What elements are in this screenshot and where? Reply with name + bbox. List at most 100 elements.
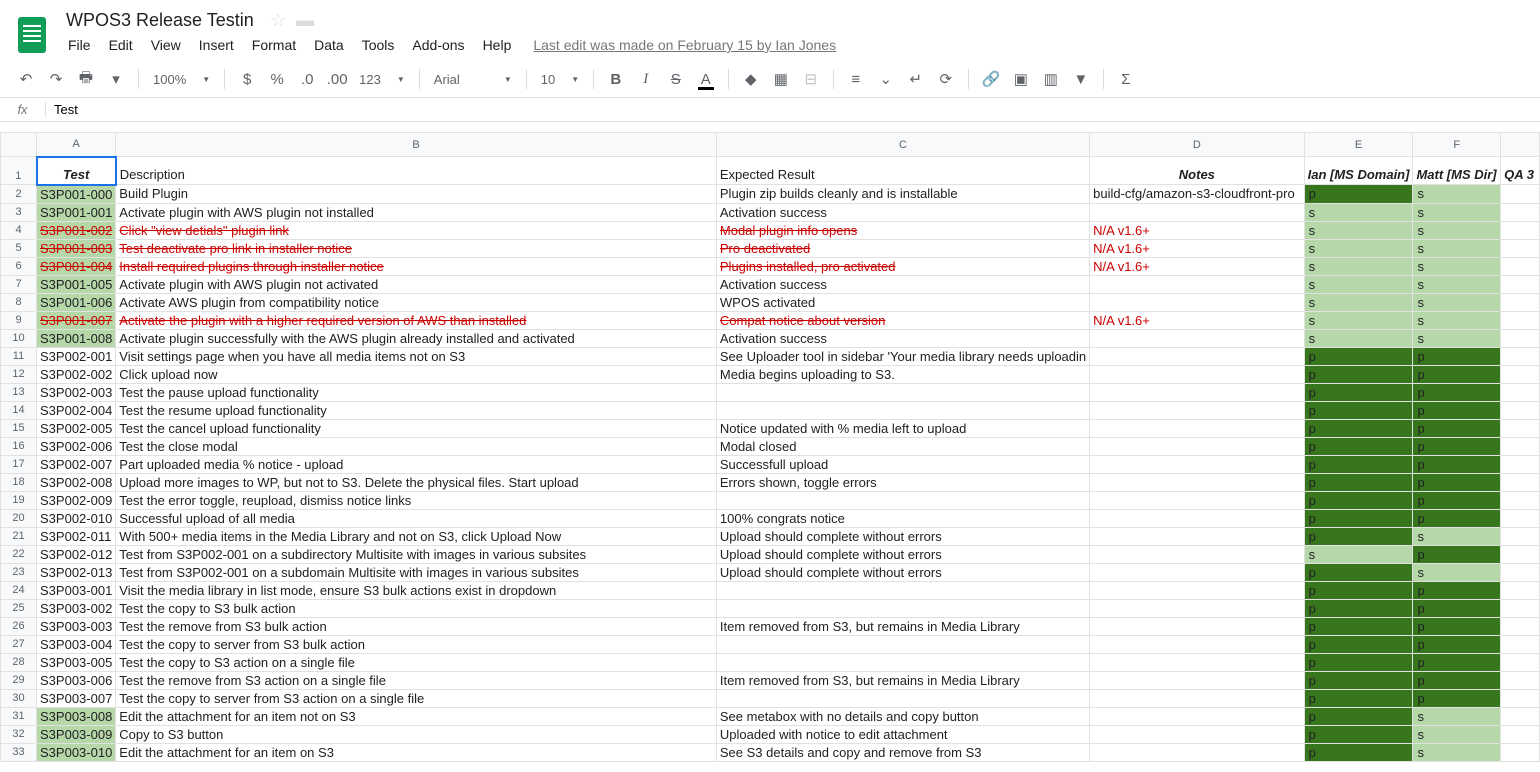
cell-expected[interactable]: Activation success [716,275,1089,293]
cell-status-g[interactable] [1501,329,1540,347]
cell-status-f[interactable]: s [1413,293,1501,311]
menu-view[interactable]: View [143,33,189,57]
cell-status-e[interactable]: s [1304,311,1413,329]
cell-notes[interactable] [1090,581,1304,599]
filter-button[interactable]: ▼ [1067,65,1095,93]
row-header[interactable]: 22 [1,545,37,563]
menu-file[interactable]: File [60,33,99,57]
header-description[interactable]: Description [116,157,717,185]
borders-button[interactable]: ▦ [767,65,795,93]
v-align-button[interactable]: ⌄ [872,65,900,93]
strikethrough-button[interactable]: S [662,65,690,93]
cell-notes[interactable] [1090,563,1304,581]
row-header[interactable]: 5 [1,239,37,257]
cell-status-g[interactable] [1501,365,1540,383]
cell-status-g[interactable] [1501,203,1540,221]
col-header-a[interactable]: A [37,133,116,157]
cell-notes[interactable] [1090,617,1304,635]
cell-notes[interactable]: N/A v1.6+ [1090,221,1304,239]
header-col-e[interactable]: Ian [MS Domain] [1304,157,1413,185]
cell-expected[interactable]: Modal closed [716,437,1089,455]
cell-status-e[interactable]: s [1304,203,1413,221]
cell-status-g[interactable] [1501,653,1540,671]
cell-expected[interactable]: See metabox with no details and copy but… [716,707,1089,725]
cell-test-id[interactable]: S3P003-002 [37,599,116,617]
cell-status-f[interactable]: p [1413,581,1501,599]
cell-status-e[interactable]: p [1304,185,1413,204]
cell-status-f[interactable]: p [1413,617,1501,635]
cell-notes[interactable] [1090,329,1304,347]
cell-status-f[interactable]: p [1413,491,1501,509]
menu-tools[interactable]: Tools [354,33,403,57]
cell-status-g[interactable] [1501,221,1540,239]
cell-status-f[interactable]: s [1413,311,1501,329]
cell-expected[interactable]: Upload should complete without errors [716,563,1089,581]
percent-button[interactable]: % [263,65,291,93]
cell-notes[interactable] [1090,275,1304,293]
cell-description[interactable]: Successful upload of all media [116,509,717,527]
menu-edit[interactable]: Edit [101,33,141,57]
cell-notes[interactable] [1090,401,1304,419]
cell-status-f[interactable]: p [1413,599,1501,617]
row-header[interactable]: 20 [1,509,37,527]
cell-test-id[interactable]: S3P002-001 [37,347,116,365]
cell-expected[interactable]: Activation success [716,329,1089,347]
cell-status-e[interactable]: s [1304,257,1413,275]
cell-test-id[interactable]: S3P003-008 [37,707,116,725]
link-button[interactable]: 🔗 [977,65,1005,93]
col-header-g[interactable] [1501,133,1540,157]
cell-notes[interactable] [1090,653,1304,671]
cell-description[interactable]: Test the copy to S3 action on a single f… [116,653,717,671]
cell-status-g[interactable] [1501,509,1540,527]
cell-test-id[interactable]: S3P002-010 [37,509,116,527]
cell-status-f[interactable]: s [1413,275,1501,293]
cell-status-f[interactable]: p [1413,401,1501,419]
cell-status-g[interactable] [1501,383,1540,401]
row-header[interactable]: 26 [1,617,37,635]
cell-status-e[interactable]: p [1304,347,1413,365]
cell-expected[interactable]: Successfull upload [716,455,1089,473]
cell-test-id[interactable]: S3P003-006 [37,671,116,689]
cell-expected[interactable] [716,653,1089,671]
row-header[interactable]: 24 [1,581,37,599]
cell-test-id[interactable]: S3P002-009 [37,491,116,509]
cell-status-e[interactable]: p [1304,437,1413,455]
cell-status-e[interactable]: p [1304,383,1413,401]
cell-test-id[interactable]: S3P003-003 [37,617,116,635]
increase-decimal-button[interactable]: .00 [323,65,351,93]
wrap-button[interactable]: ↵ [902,65,930,93]
cell-expected[interactable]: See Uploader tool in sidebar 'Your media… [716,347,1089,365]
cell-test-id[interactable]: S3P002-005 [37,419,116,437]
cell-status-e[interactable]: p [1304,743,1413,761]
cell-notes[interactable] [1090,689,1304,707]
move-folder-icon[interactable]: ▬ [296,10,314,31]
cell-notes[interactable] [1090,491,1304,509]
cell-expected[interactable]: Compat notice about version [716,311,1089,329]
cell-expected[interactable]: Media begins uploading to S3. [716,365,1089,383]
row-header[interactable]: 32 [1,725,37,743]
row-header[interactable]: 15 [1,419,37,437]
cell-description[interactable]: Upload more images to WP, but not to S3.… [116,473,717,491]
print-button[interactable]: 🖶 [72,65,100,93]
cell-expected[interactable]: 100% congrats notice [716,509,1089,527]
menu-format[interactable]: Format [244,33,304,57]
italic-button[interactable]: I [632,65,660,93]
menu-data[interactable]: Data [306,33,352,57]
fill-color-button[interactable]: ◆ [737,65,765,93]
cell-expected[interactable] [716,401,1089,419]
cell-description[interactable]: Test the remove from S3 action on a sing… [116,671,717,689]
comment-button[interactable]: ▣ [1007,65,1035,93]
cell-description[interactable]: Visit settings page when you have all me… [116,347,717,365]
cell-status-e[interactable]: s [1304,329,1413,347]
cell-notes[interactable] [1090,527,1304,545]
star-icon[interactable]: ☆ [270,10,286,31]
cell-description[interactable]: Activate the plugin with a higher requir… [116,311,717,329]
cell-notes[interactable] [1090,545,1304,563]
decrease-decimal-button[interactable]: .0 [293,65,321,93]
header-col-g[interactable]: QA 3 [1501,157,1540,185]
cell-expected[interactable]: Plugins installed, pro activated [716,257,1089,275]
cell-status-g[interactable] [1501,473,1540,491]
row-header[interactable]: 16 [1,437,37,455]
cell-description[interactable]: Test the remove from S3 bulk action [116,617,717,635]
cell-expected[interactable] [716,491,1089,509]
